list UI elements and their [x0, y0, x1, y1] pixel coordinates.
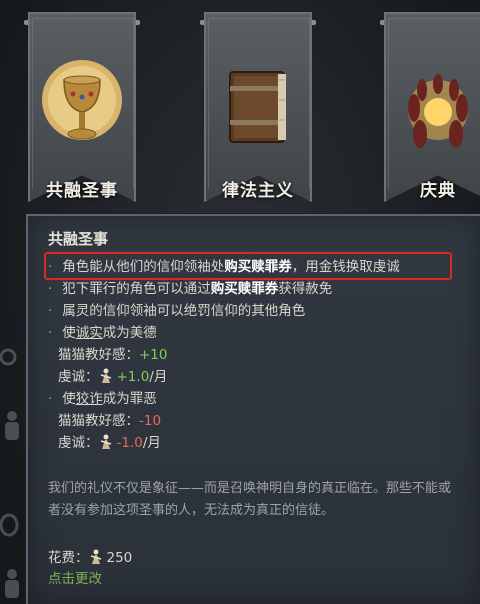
banner-label: 共融圣事 — [46, 181, 118, 201]
banner-communion[interactable]: 共融圣事 — [24, 12, 140, 202]
cost-line: 花费： 250 — [48, 546, 466, 568]
effect-text: 使 — [62, 391, 76, 407]
banner-label: 庆典 — [420, 181, 456, 201]
ritual-circle-icon — [408, 74, 468, 148]
chain-icon — [0, 348, 17, 366]
virtue-link[interactable]: 诚实 — [76, 325, 103, 341]
piety-label: 虔诚： — [58, 435, 99, 451]
banner-label: 律法主义 — [222, 181, 294, 201]
effect-text: 属灵的信仰领袖可以绝罚信仰的其他角色 — [62, 303, 306, 319]
bullet: · — [48, 303, 53, 319]
sin-link[interactable]: 狡诈 — [76, 391, 103, 407]
virtue-line: · 使诚实成为美德 — [48, 322, 466, 344]
effect-text: 成为罪恶 — [102, 391, 157, 407]
figure-icon-2 — [5, 569, 19, 598]
effect-text: 获得赦免 — [278, 281, 333, 297]
piety-label: 虔诚： — [58, 369, 99, 385]
tooltip-title: 共融圣事 — [48, 230, 109, 248]
effect-text: 使 — [62, 325, 76, 341]
cost-value: 250 — [106, 550, 133, 566]
indulgence-link[interactable]: 购买赎罪券 — [224, 259, 292, 275]
effect-line: · 属灵的信仰领袖可以绝罚信仰的其他角色 — [48, 300, 466, 322]
bullet: · — [48, 391, 53, 407]
opinion-value: -10 — [139, 413, 162, 429]
sin-line: · 使狡诈成为罪恶 — [48, 388, 466, 410]
piety-value: +1.0 — [116, 369, 150, 385]
doctrine-tooltip: 共融圣事 · 角色能从他们的信仰领袖处购买赎罪券，用金钱换取虔诚 · 犯下罪行的… — [26, 214, 480, 604]
bullet: · — [48, 259, 53, 275]
bullet: · — [48, 281, 53, 297]
effect-line: · 角色能从他们的信仰领袖处购买赎罪券，用金钱换取虔诚 — [48, 256, 466, 278]
virtue-opinion-line: 猫猫教好感：+10 — [48, 344, 466, 366]
effect-text: ，用金钱换取虔诚 — [291, 259, 400, 275]
law-book-icon — [229, 71, 286, 143]
per-month: /月 — [149, 369, 168, 385]
opinion-value: +10 — [139, 347, 168, 363]
sin-opinion-line: 猫猫教好感：-10 — [48, 410, 466, 432]
bullet: · — [48, 325, 53, 341]
effect-text: 犯下罪行的角色可以通过 — [62, 281, 211, 297]
figure-icon — [5, 411, 19, 440]
sin-piety-line: 虔诚： -1.0/月 — [48, 432, 466, 454]
opinion-label: 猫猫教好感： — [58, 413, 139, 429]
opinion-label: 猫猫教好感： — [58, 347, 139, 363]
effect-text: 成为美德 — [102, 325, 157, 341]
piety-icon — [90, 549, 101, 564]
indulgence-link[interactable]: 购买赎罪券 — [211, 281, 279, 297]
effect-line: · 犯下罪行的角色可以通过购买赎罪券获得赦免 — [48, 278, 466, 300]
virtue-piety-line: 虔诚： +1.0/月 — [48, 366, 466, 388]
cost-label: 花费： — [48, 550, 89, 566]
banner-festivals[interactable]: 庆典 — [380, 12, 480, 202]
per-month: /月 — [142, 435, 161, 451]
change-doctrine-link[interactable]: 点击更改 — [48, 568, 466, 590]
piety-value: -1.0 — [116, 435, 143, 451]
banner-legalism[interactable]: 律法主义 — [200, 12, 316, 202]
chalice-icon — [42, 60, 122, 140]
piety-icon — [100, 368, 111, 383]
ring-icon — [0, 513, 19, 537]
flavor-text: 我们的礼仪不仅是象征——而是召唤神明自身的真正临在。那些不能或者没有参加这项圣事… — [48, 481, 452, 518]
effect-text: 角色能从他们的信仰领袖处 — [62, 259, 225, 275]
doctrine-screen: 共融圣事 律法主义 庆典 共融圣事 · 角色能从他们的信仰领袖处购买赎罪券，用金… — [0, 0, 480, 604]
piety-icon — [100, 434, 111, 449]
doctrine-banner-row: 共融圣事 律法主义 庆典 — [0, 0, 480, 205]
